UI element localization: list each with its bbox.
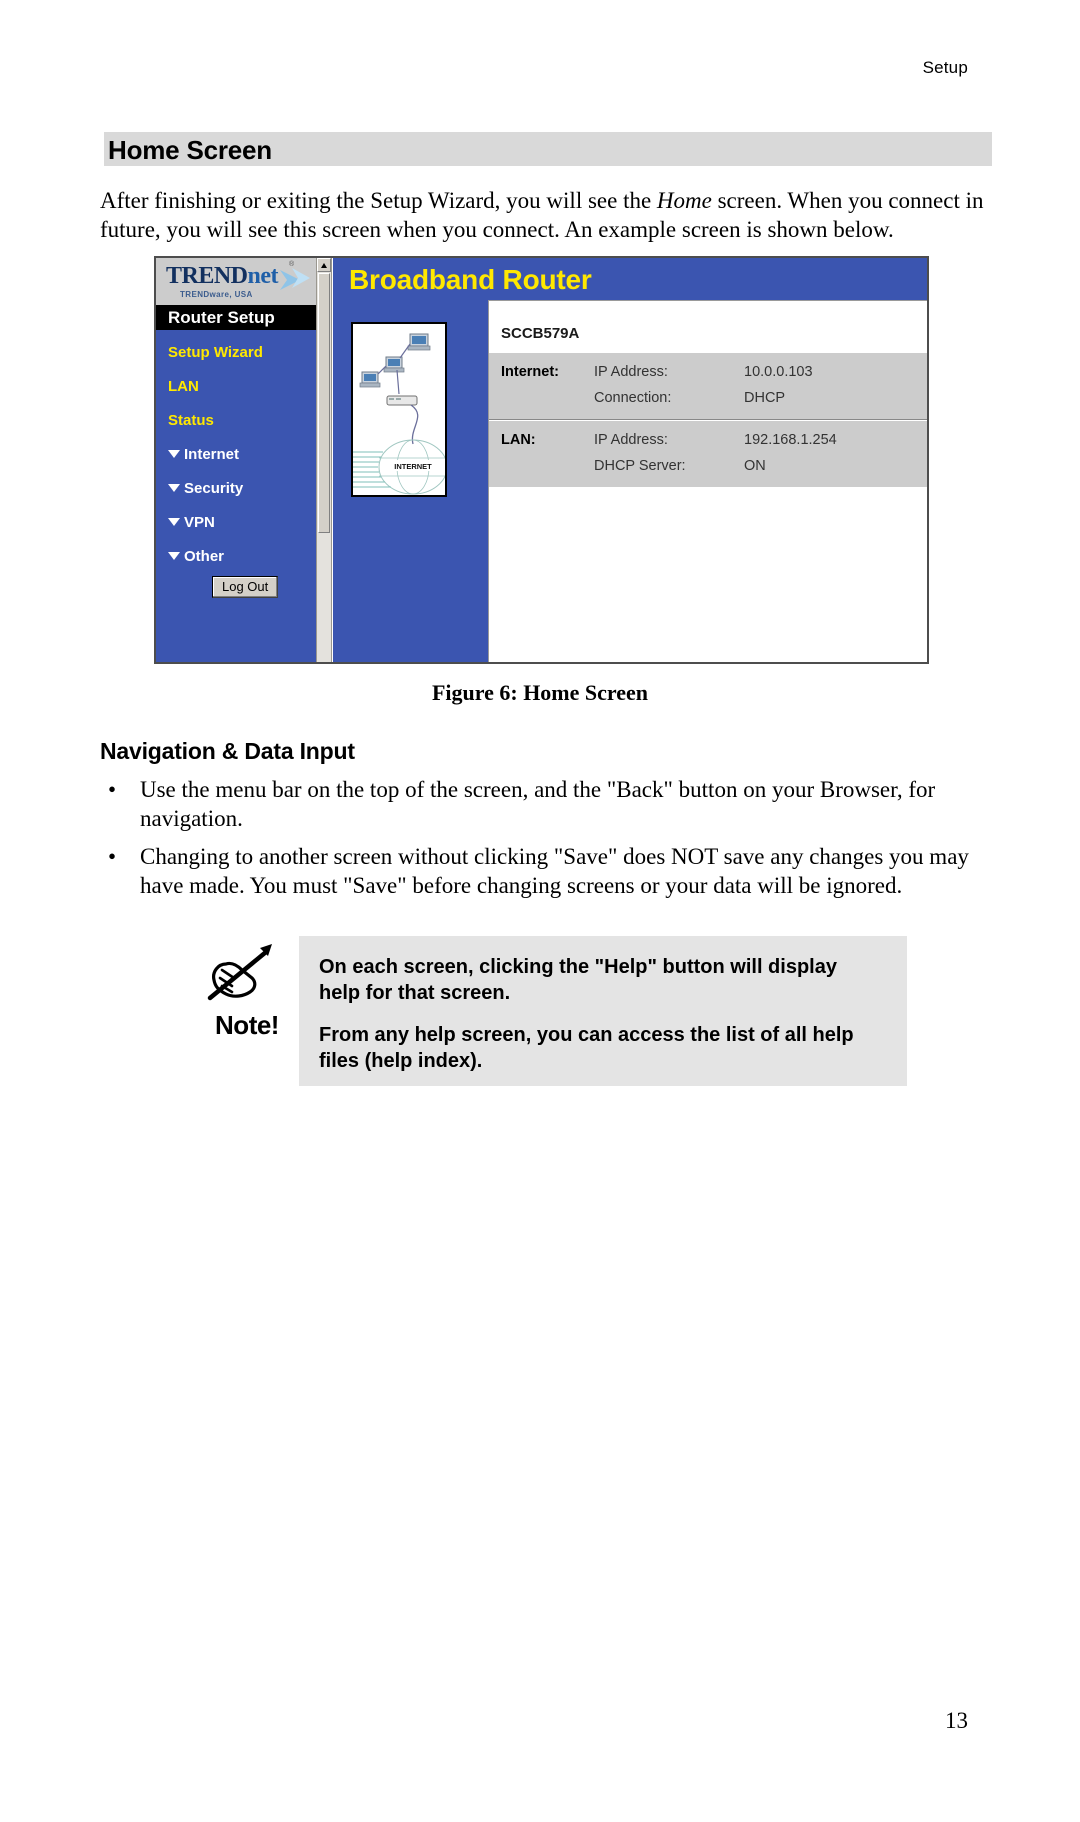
sidebar-item-lan[interactable]: LAN (156, 370, 316, 404)
bullet-icon: • (108, 844, 117, 869)
router-banner-title: Broadband Router (349, 264, 592, 295)
status-group-label: Internet: (501, 364, 559, 380)
sidebar-item-label: Status (168, 412, 214, 429)
brand-tagline: TRENDware, USA (180, 290, 253, 299)
sidebar-item-security[interactable]: Security (156, 472, 316, 506)
table-row: LAN: IP Address: 192.168.1.254 (489, 427, 927, 453)
status-key: IP Address: (594, 432, 668, 448)
sidebar-item-label: Security (184, 480, 244, 497)
status-value: 10.0.0.103 (744, 364, 813, 380)
status-key: Connection: (594, 390, 672, 406)
page-title: Home Screen (108, 135, 272, 165)
scroll-up-icon[interactable] (317, 258, 331, 272)
sidebar-item-label: Internet (184, 446, 240, 463)
sidebar-item-internet[interactable]: Internet (156, 438, 316, 472)
note-label: Note! (215, 1010, 279, 1040)
note-text-box: On each screen, clicking the "Help" butt… (299, 936, 907, 1086)
router-menu: Setup Wizard LAN Status Internet Securit… (156, 336, 316, 574)
hand-writing-icon (207, 944, 272, 1001)
status-key: IP Address: (594, 364, 668, 380)
document-page: Setup Home Screen After finishing or exi… (0, 0, 1080, 1822)
running-header: Setup (922, 58, 968, 77)
brand-name-part1: TREND (166, 263, 248, 289)
sidebar-item-setup-wizard[interactable]: Setup Wizard (156, 336, 316, 370)
status-value: DHCP (744, 390, 786, 406)
chevron-down-icon (168, 552, 180, 560)
router-banner: Broadband Router (333, 258, 927, 300)
table-row: Internet: IP Address: 10.0.0.103 (489, 359, 927, 385)
page-number: 13 (945, 1708, 968, 1733)
status-group-label: LAN: (501, 432, 536, 448)
log-out-button[interactable]: Log Out (212, 576, 279, 598)
note-paragraph: On each screen, clicking the "Help" butt… (319, 956, 837, 1004)
status-value: ON (744, 458, 766, 474)
sidebar-scrollbar[interactable] (316, 258, 332, 662)
sidebar-item-label: Other (184, 548, 225, 565)
list-item-text: Changing to another screen without click… (140, 844, 969, 898)
router-sidebar: TRENDnet ® TRENDware, USA Router Setup S… (156, 258, 316, 662)
note-paragraph: From any help screen, you can access the… (319, 1024, 854, 1072)
intro-text-part1: After finishing or exiting the Setup Wiz… (100, 188, 657, 213)
network-diagram-image: INTERNET (351, 322, 447, 497)
network-topology-illustration: INTERNET (353, 333, 445, 495)
list-item: • Changing to another screen without cli… (100, 842, 995, 900)
intro-emphasis: Home (656, 188, 712, 213)
table-row: Connection: DHCP (489, 385, 927, 411)
router-left-column: INTERNET (333, 300, 488, 662)
chevron-down-icon (168, 518, 180, 526)
chevron-down-icon (168, 450, 180, 458)
device-name: SCCB579A (501, 325, 580, 342)
navigation-bullet-list: • Use the menu bar on the top of the scr… (100, 775, 995, 909)
router-status-panel: SCCB579A Internet: IP Address: 10.0.0.10… (488, 300, 927, 662)
note-callout: Note! On each screen, clicking the "Help… (197, 936, 907, 1086)
router-setup-title: Router Setup (156, 305, 316, 330)
brand-name-part2: net (247, 263, 279, 289)
trendnet-logo: TRENDnet ® TRENDware, USA (156, 258, 316, 305)
logout-area: Log Out (212, 576, 279, 598)
sidebar-item-status[interactable]: Status (156, 404, 316, 438)
navigation-section-heading: Navigation & Data Input (100, 738, 355, 764)
figure-caption: Figure 6: Home Screen (431, 680, 649, 705)
sidebar-item-label: LAN (168, 378, 199, 395)
status-value: 192.168.1.254 (744, 432, 837, 448)
intro-paragraph: After finishing or exiting the Setup Wiz… (100, 186, 995, 244)
table-row: DHCP Server: ON (489, 453, 927, 479)
status-table: Internet: IP Address: 10.0.0.103 Connect… (489, 353, 927, 487)
status-key: DHCP Server: (594, 458, 686, 474)
status-group-internet: Internet: IP Address: 10.0.0.103 Connect… (489, 353, 927, 419)
list-item-text: Use the menu bar on the top of the scree… (140, 777, 936, 831)
chevron-down-icon (168, 484, 180, 492)
router-main-area: Broadband Router INTERNET SCCB579A Inter… (333, 258, 927, 662)
sidebar-item-other[interactable]: Other (156, 540, 316, 574)
sidebar-item-label: VPN (184, 514, 215, 531)
scrollbar-thumb[interactable] (318, 273, 330, 533)
router-screenshot-figure: TRENDnet ® TRENDware, USA Router Setup S… (154, 256, 929, 664)
sidebar-item-vpn[interactable]: VPN (156, 506, 316, 540)
swoosh-icon (280, 268, 310, 290)
status-group-lan: LAN: IP Address: 192.168.1.254 DHCP Serv… (489, 421, 927, 487)
section-heading-band: Home Screen (100, 132, 992, 166)
note-icon-area: Note! (197, 942, 297, 1041)
brand-wordmark: TRENDnet (166, 263, 279, 290)
list-item: • Use the menu bar on the top of the scr… (100, 775, 995, 833)
sidebar-item-label: Setup Wizard (168, 344, 263, 361)
bullet-icon: • (108, 777, 117, 802)
internet-label: INTERNET (394, 462, 432, 471)
